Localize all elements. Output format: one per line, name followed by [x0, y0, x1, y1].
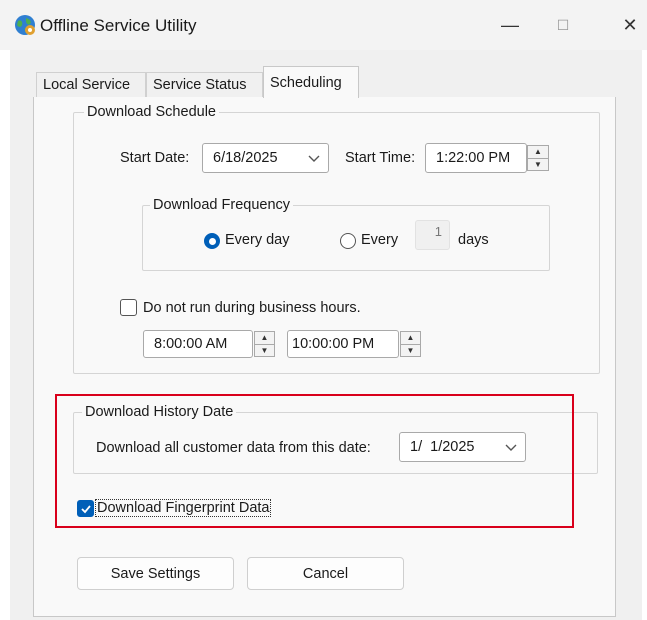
tab-local-service[interactable]: Local Service: [36, 72, 146, 97]
download-frequency-title: Download Frequency: [150, 197, 294, 213]
globe-app-icon: [15, 15, 35, 35]
every-label: Every: [361, 232, 399, 248]
every-n-days-radio[interactable]: [340, 233, 356, 249]
business-hours-from-spinner[interactable]: ▲ ▼: [254, 331, 275, 357]
every-day-radio[interactable]: [204, 233, 220, 249]
spin-down-icon[interactable]: ▼: [255, 345, 274, 357]
download-history-label: Download all customer data from this dat…: [96, 440, 371, 456]
fingerprint-checkbox[interactable]: [77, 500, 94, 517]
spin-down-icon[interactable]: ▼: [528, 159, 548, 171]
maximize-button[interactable]: ☐: [540, 8, 586, 42]
spin-up-icon[interactable]: ▲: [255, 332, 274, 345]
every-n-days-value: 1: [434, 224, 442, 239]
start-date-label: Start Date:: [120, 150, 190, 166]
start-date-picker[interactable]: 6/18/2025: [202, 143, 329, 173]
business-hours-checkbox[interactable]: [120, 299, 137, 316]
spin-up-icon[interactable]: ▲: [528, 146, 548, 159]
start-time-field[interactable]: 1:22:00 PM: [425, 143, 527, 173]
download-schedule-title: Download Schedule: [84, 104, 219, 120]
fingerprint-label: Download Fingerprint Data: [94, 499, 272, 517]
download-history-date-picker[interactable]: 1/ 1/2025: [399, 432, 526, 462]
business-hours-label: Do not run during business hours.: [143, 300, 361, 316]
business-hours-from-value: 8:00:00 AM: [154, 336, 228, 352]
start-date-value: 6/18/2025: [213, 150, 278, 166]
days-label: days: [458, 232, 489, 248]
save-settings-button[interactable]: Save Settings: [77, 557, 234, 590]
cancel-button[interactable]: Cancel: [247, 557, 404, 590]
download-history-title: Download History Date: [82, 404, 237, 420]
business-hours-to-value: 10:00:00 PM: [292, 336, 375, 352]
chevron-down-icon: [505, 444, 517, 451]
spin-up-icon[interactable]: ▲: [401, 332, 420, 345]
tab-service-status[interactable]: Service Status: [146, 72, 263, 97]
every-n-days-input[interactable]: 1: [415, 220, 450, 250]
spin-down-icon[interactable]: ▼: [401, 345, 420, 357]
business-hours-from-field[interactable]: 8:00:00 AM: [143, 330, 253, 358]
download-history-date-value: 1/ 1/2025: [410, 439, 475, 455]
every-day-label: Every day: [225, 232, 290, 248]
business-hours-to-spinner[interactable]: ▲ ▼: [400, 331, 421, 357]
business-hours-to-field[interactable]: 10:00:00 PM: [287, 330, 399, 358]
checkmark-icon: [80, 504, 91, 513]
minimize-button[interactable]: —: [487, 8, 533, 42]
start-time-value: 1:22:00 PM: [436, 150, 511, 166]
start-time-label: Start Time:: [345, 150, 416, 166]
chevron-down-icon: [308, 155, 320, 162]
close-button[interactable]: ✕: [607, 8, 647, 42]
window-title: Offline Service Utility: [40, 16, 197, 35]
tab-scheduling[interactable]: Scheduling: [263, 66, 359, 98]
start-time-spinner[interactable]: ▲ ▼: [527, 145, 549, 171]
